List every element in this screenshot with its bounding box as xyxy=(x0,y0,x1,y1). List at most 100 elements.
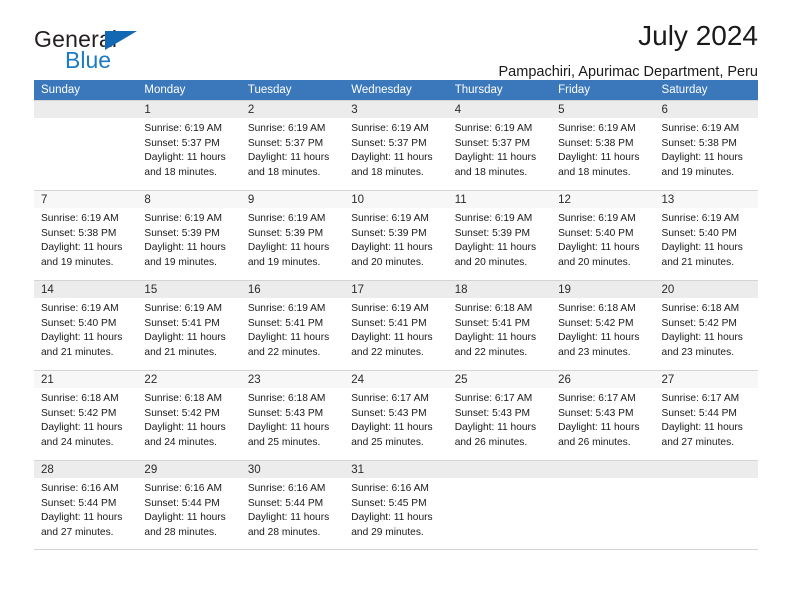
day-cell-5[interactable]: 5 Sunrise: 6:19 AM Sunset: 5:38 PM Daylight… xyxy=(551,100,655,190)
calendar-day-cell[interactable]: 11 Sunrise: 6:19 AM Sunset: 5:39 PM Dayligh… xyxy=(447,190,552,280)
calendar-day-cell[interactable] xyxy=(34,100,138,190)
calendar-day-cell[interactable]: 13 Sunrise: 6:19 AM Sunset: 5:40 PM Dayligh… xyxy=(654,190,758,280)
daylight-text-line2: and 24 minutes. xyxy=(144,436,217,448)
day-cell-22[interactable]: 22 Sunrise: 6:18 AM Sunset: 5:42 PM Dayligh… xyxy=(137,370,241,460)
day-number: 9 xyxy=(240,191,345,208)
day-number: 23 xyxy=(240,371,345,388)
calendar-day-cell[interactable]: 4 Sunrise: 6:19 AM Sunset: 5:37 PM Daylight… xyxy=(447,100,552,190)
day-details: Sunrise: 6:19 AM Sunset: 5:38 PM Daylight:… xyxy=(34,208,137,270)
day-cell-18[interactable]: 18 Sunrise: 6:18 AM Sunset: 5:41 PM Dayligh… xyxy=(447,280,552,370)
day-cell-14[interactable]: 14 Sunrise: 6:19 AM Sunset: 5:40 PM Dayligh… xyxy=(34,280,138,370)
day-cell-3[interactable]: 3 Sunrise: 6:19 AM Sunset: 5:37 PM Daylight… xyxy=(344,100,448,190)
calendar-day-cell[interactable]: 3 Sunrise: 6:19 AM Sunset: 5:37 PM Daylight… xyxy=(344,100,448,190)
general-blue-logo[interactable]: General Blue xyxy=(34,26,164,73)
calendar-day-cell[interactable]: 2 Sunrise: 6:19 AM Sunset: 5:37 PM Daylight… xyxy=(240,100,345,190)
day-cell-28[interactable]: 28 Sunrise: 6:16 AM Sunset: 5:44 PM Dayligh… xyxy=(34,460,138,550)
daylight-text-line2: and 18 minutes. xyxy=(351,166,424,178)
calendar-page: General Blue July 2024 Pampachiri, Apuri… xyxy=(0,0,792,612)
calendar-day-cell[interactable]: 23 Sunrise: 6:18 AM Sunset: 5:43 PM Dayligh… xyxy=(240,370,345,460)
day-cell-21[interactable]: 21 Sunrise: 6:18 AM Sunset: 5:42 PM Dayligh… xyxy=(34,370,138,460)
day-number xyxy=(654,461,758,478)
day-number: 4 xyxy=(447,101,552,118)
calendar-day-cell[interactable]: 6 Sunrise: 6:19 AM Sunset: 5:38 PM Daylight… xyxy=(654,100,758,190)
calendar-day-cell[interactable] xyxy=(551,460,655,550)
calendar-day-cell[interactable]: 10 Sunrise: 6:19 AM Sunset: 5:39 PM Dayligh… xyxy=(344,190,448,280)
calendar-day-cell[interactable]: 24 Sunrise: 6:17 AM Sunset: 5:43 PM Dayligh… xyxy=(344,370,448,460)
calendar-day-cell[interactable]: 19 Sunrise: 6:18 AM Sunset: 5:42 PM Dayligh… xyxy=(551,280,655,370)
day-cell-26[interactable]: 26 Sunrise: 6:17 AM Sunset: 5:43 PM Dayligh… xyxy=(551,370,655,460)
daylight-text-line1: Daylight: 11 hours xyxy=(247,332,330,344)
calendar-day-cell[interactable]: 5 Sunrise: 6:19 AM Sunset: 5:38 PM Daylight… xyxy=(551,100,655,190)
sunrise-text: Sunrise: 6:19 AM xyxy=(351,123,429,134)
calendar-day-cell[interactable]: 16 Sunrise: 6:19 AM Sunset: 5:41 PM Dayligh… xyxy=(240,280,345,370)
day-number xyxy=(551,461,655,478)
calendar-day-cell[interactable]: 8 Sunrise: 6:19 AM Sunset: 5:39 PM Daylight… xyxy=(137,190,241,280)
calendar-day-cell[interactable]: 12 Sunrise: 6:19 AM Sunset: 5:40 PM Dayligh… xyxy=(551,190,655,280)
calendar-day-cell[interactable]: 1 Sunrise: 6:19 AM Sunset: 5:37 PM Daylight… xyxy=(137,100,241,190)
sunset-text: Sunset: 5:44 PM xyxy=(144,497,220,509)
sunset-text: Sunset: 5:44 PM xyxy=(41,497,117,509)
daylight-text-line1: Daylight: 11 hours xyxy=(558,332,640,344)
sunrise-text: Sunrise: 6:19 AM xyxy=(144,303,223,314)
day-cell-8[interactable]: 8 Sunrise: 6:19 AM Sunset: 5:39 PM Daylight… xyxy=(137,190,241,280)
day-cell-6[interactable]: 6 Sunrise: 6:19 AM Sunset: 5:38 PM Daylight… xyxy=(654,100,758,190)
sunrise-text: Sunrise: 6:18 AM xyxy=(41,393,119,404)
day-details: Sunrise: 6:19 AM Sunset: 5:41 PM Daylight:… xyxy=(241,298,344,360)
calendar-day-cell[interactable]: 21 Sunrise: 6:18 AM Sunset: 5:42 PM Dayligh… xyxy=(34,370,138,460)
calendar-day-cell[interactable]: 22 Sunrise: 6:18 AM Sunset: 5:42 PM Dayligh… xyxy=(137,370,241,460)
calendar-week-row: 14 Sunrise: 6:19 AM Sunset: 5:40 PM Dayligh… xyxy=(34,280,758,370)
day-cell-16[interactable]: 16 Sunrise: 6:19 AM Sunset: 5:41 PM Dayligh… xyxy=(240,280,345,370)
calendar-day-cell[interactable]: 20 Sunrise: 6:18 AM Sunset: 5:42 PM Dayligh… xyxy=(654,280,758,370)
day-details: Sunrise: 6:19 AM Sunset: 5:41 PM Daylight:… xyxy=(344,298,447,360)
day-number: 17 xyxy=(344,281,448,298)
day-cell-12[interactable]: 12 Sunrise: 6:19 AM Sunset: 5:40 PM Dayligh… xyxy=(551,190,655,280)
day-cell-11[interactable]: 11 Sunrise: 6:19 AM Sunset: 5:39 PM Dayligh… xyxy=(447,190,552,280)
day-cell-10[interactable]: 10 Sunrise: 6:19 AM Sunset: 5:39 PM Dayligh… xyxy=(344,190,448,280)
sunrise-text: Sunrise: 6:19 AM xyxy=(454,213,533,224)
day-cell-31[interactable]: 31 Sunrise: 6:16 AM Sunset: 5:45 PM Dayligh… xyxy=(344,460,448,550)
sunrise-text: Sunrise: 6:18 AM xyxy=(454,303,533,314)
calendar-day-cell[interactable]: 18 Sunrise: 6:18 AM Sunset: 5:41 PM Dayligh… xyxy=(447,280,552,370)
daylight-text-line1: Daylight: 11 hours xyxy=(351,332,433,344)
day-cell-20[interactable]: 20 Sunrise: 6:18 AM Sunset: 5:42 PM Dayligh… xyxy=(654,280,758,370)
day-cell-17[interactable]: 17 Sunrise: 6:19 AM Sunset: 5:41 PM Dayligh… xyxy=(344,280,448,370)
calendar-day-cell[interactable]: 31 Sunrise: 6:16 AM Sunset: 5:45 PM Dayligh… xyxy=(344,460,448,550)
day-number: 26 xyxy=(551,371,655,388)
day-cell-7[interactable]: 7 Sunrise: 6:19 AM Sunset: 5:38 PM Daylight… xyxy=(34,190,138,280)
day-cell-13[interactable]: 13 Sunrise: 6:19 AM Sunset: 5:40 PM Dayligh… xyxy=(654,190,758,280)
day-cell-2[interactable]: 2 Sunrise: 6:19 AM Sunset: 5:37 PM Daylight… xyxy=(240,100,345,190)
calendar-day-cell[interactable]: 15 Sunrise: 6:19 AM Sunset: 5:41 PM Dayligh… xyxy=(137,280,241,370)
day-cell-15[interactable]: 15 Sunrise: 6:19 AM Sunset: 5:41 PM Dayligh… xyxy=(137,280,241,370)
day-cell-4[interactable]: 4 Sunrise: 6:19 AM Sunset: 5:37 PM Daylight… xyxy=(447,100,552,190)
calendar-day-cell[interactable]: 9 Sunrise: 6:19 AM Sunset: 5:39 PM Daylight… xyxy=(240,190,345,280)
day-cell-30[interactable]: 30 Sunrise: 6:16 AM Sunset: 5:44 PM Dayligh… xyxy=(240,460,345,550)
calendar-day-cell[interactable]: 17 Sunrise: 6:19 AM Sunset: 5:41 PM Dayligh… xyxy=(344,280,448,370)
calendar-day-cell[interactable]: 25 Sunrise: 6:17 AM Sunset: 5:43 PM Dayligh… xyxy=(447,370,552,460)
day-details: Sunrise: 6:16 AM Sunset: 5:45 PM Daylight:… xyxy=(344,478,447,540)
day-cell-25[interactable]: 25 Sunrise: 6:17 AM Sunset: 5:43 PM Dayligh… xyxy=(447,370,552,460)
sunset-text: Sunset: 5:38 PM xyxy=(41,227,117,239)
calendar-day-cell[interactable]: 14 Sunrise: 6:19 AM Sunset: 5:40 PM Dayligh… xyxy=(34,280,138,370)
day-cell-19[interactable]: 19 Sunrise: 6:18 AM Sunset: 5:42 PM Dayligh… xyxy=(551,280,655,370)
daylight-text-line1: Daylight: 11 hours xyxy=(351,152,433,164)
calendar-day-cell[interactable]: 30 Sunrise: 6:16 AM Sunset: 5:44 PM Dayligh… xyxy=(240,460,345,550)
day-cell-9[interactable]: 9 Sunrise: 6:19 AM Sunset: 5:39 PM Daylight… xyxy=(240,190,345,280)
calendar-day-cell[interactable]: 29 Sunrise: 6:16 AM Sunset: 5:44 PM Dayligh… xyxy=(137,460,241,550)
day-cell-1[interactable]: 1 Sunrise: 6:19 AM Sunset: 5:37 PM Daylight… xyxy=(137,100,241,190)
day-cell-29[interactable]: 29 Sunrise: 6:16 AM Sunset: 5:44 PM Dayligh… xyxy=(137,460,241,550)
weekday-header-tuesday: Tuesday xyxy=(240,80,345,100)
day-cell-23[interactable]: 23 Sunrise: 6:18 AM Sunset: 5:43 PM Dayligh… xyxy=(240,370,345,460)
day-cell-27[interactable]: 27 Sunrise: 6:17 AM Sunset: 5:44 PM Dayligh… xyxy=(654,370,758,460)
calendar-day-cell[interactable]: 27 Sunrise: 6:17 AM Sunset: 5:44 PM Dayligh… xyxy=(654,370,758,460)
sunset-text: Sunset: 5:40 PM xyxy=(558,227,634,239)
calendar-day-cell[interactable]: 7 Sunrise: 6:19 AM Sunset: 5:38 PM Daylight… xyxy=(34,190,138,280)
calendar-day-cell[interactable]: 28 Sunrise: 6:16 AM Sunset: 5:44 PM Dayligh… xyxy=(34,460,138,550)
daylight-text-line2: and 22 minutes. xyxy=(454,346,528,358)
day-cell-24[interactable]: 24 Sunrise: 6:17 AM Sunset: 5:43 PM Dayligh… xyxy=(344,370,448,460)
calendar-day-cell[interactable] xyxy=(654,460,758,550)
day-details: Sunrise: 6:18 AM Sunset: 5:41 PM Daylight:… xyxy=(448,298,551,360)
calendar-day-cell[interactable] xyxy=(447,460,552,550)
page-title: July 2024 xyxy=(638,20,758,51)
calendar-day-cell[interactable]: 26 Sunrise: 6:17 AM Sunset: 5:43 PM Dayligh… xyxy=(551,370,655,460)
page-header: General Blue July 2024 Pampachiri, Apuri… xyxy=(34,0,758,80)
